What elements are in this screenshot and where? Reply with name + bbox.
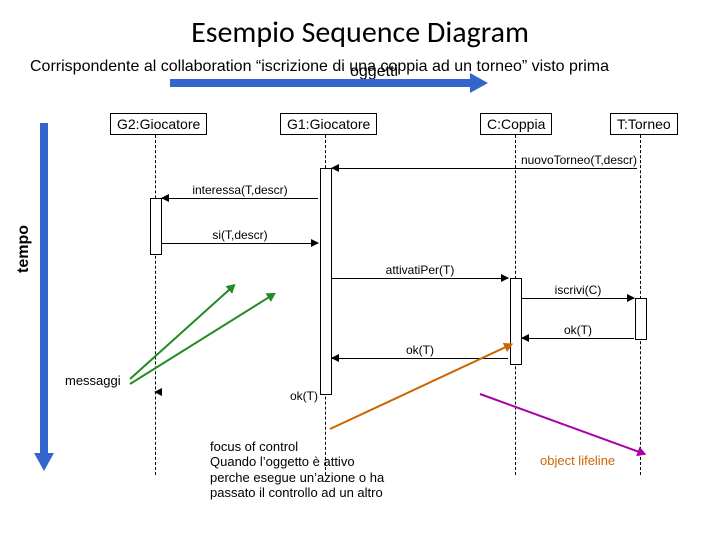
msg-nuovoTorneo: nuovoTorneo(T,descr) <box>332 168 637 169</box>
object-g1-label: G1:Giocatore <box>287 116 370 132</box>
msg-label: iscrivi(C) <box>522 283 634 297</box>
annotation-lifeline: object lifeline <box>540 453 615 469</box>
msg-label: nuovoTorneo(T,descr) <box>521 153 637 167</box>
msg-label: attivatiPer(T) <box>332 263 508 277</box>
connector-green-2: .conn-line[data-name="connector-green-2"… <box>129 293 274 385</box>
msg-iscrivi: iscrivi(C) <box>522 298 634 299</box>
annotation-messaggi: messaggi <box>65 373 121 389</box>
activation-g2 <box>150 198 162 255</box>
object-c: C:Coppia <box>480 113 552 135</box>
object-t-label: T:Torneo <box>617 116 671 132</box>
object-c-label: C:Coppia <box>487 116 545 132</box>
object-g1: G1:Giocatore <box>280 113 377 135</box>
activation-t <box>635 298 647 340</box>
msg-label: interessa(T,descr) <box>162 183 318 197</box>
msg-label: ok(T) <box>332 343 508 357</box>
msg-label: ok(T) <box>522 323 634 337</box>
object-g2-label: G2:Giocatore <box>117 116 200 132</box>
object-g2: G2:Giocatore <box>110 113 207 135</box>
annotation-focus: focus of control Quando l’oggetto è atti… <box>210 423 460 501</box>
lifeline-g2 <box>155 135 156 475</box>
msg-ok-ct: ok(T) <box>522 338 634 339</box>
msg-label: si(T,descr) <box>162 228 318 242</box>
msg-label: ok(T) <box>155 389 318 403</box>
msg-attivatiPer: attivatiPer(T) <box>332 278 508 279</box>
objects-axis-arrow <box>170 79 470 87</box>
sequence-diagram: oggetti tempo G2:Giocatore G1:Giocatore … <box>20 83 700 503</box>
connector-magenta-1: .conn-line[data-name="connector-magenta-… <box>480 393 645 455</box>
object-t: T:Torneo <box>610 113 678 135</box>
activation-c <box>510 278 522 365</box>
time-axis-label: tempo <box>15 225 33 273</box>
page-title: Esempio Sequence Diagram <box>20 14 700 51</box>
connector-green-1: .conn-line[data-name="connector-green-1"… <box>129 285 234 380</box>
time-axis-arrow <box>40 123 48 453</box>
annotation-focus-text: focus of control Quando l’oggetto è atti… <box>210 439 384 501</box>
msg-interessa: interessa(T,descr) <box>162 198 318 199</box>
msg-si: si(T,descr) <box>162 243 318 244</box>
